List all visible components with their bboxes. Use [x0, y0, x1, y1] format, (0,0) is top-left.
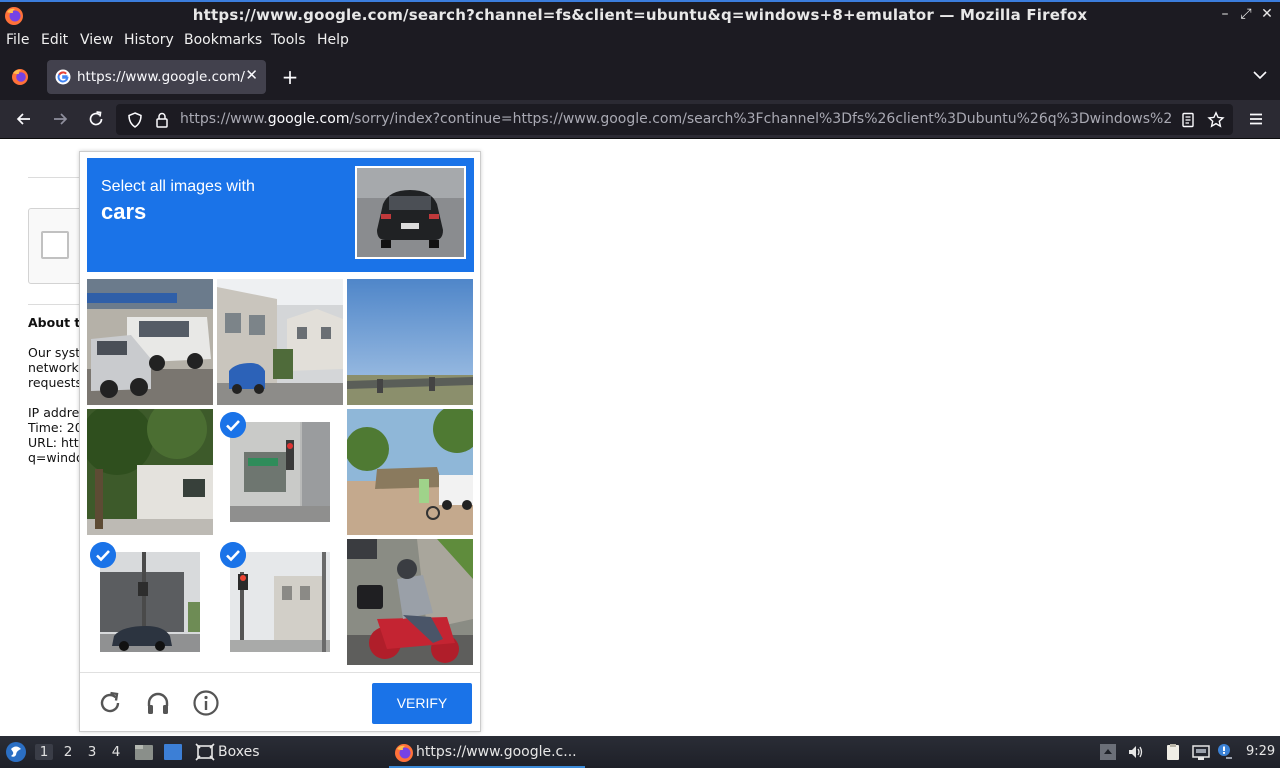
captcha-tile-8[interactable] — [217, 539, 343, 665]
reload-challenge-icon[interactable] — [96, 689, 124, 717]
reader-view-icon[interactable] — [1179, 111, 1197, 129]
network-icon[interactable] — [1192, 743, 1210, 761]
new-tab-button[interactable]: + — [281, 65, 299, 89]
workspace-3[interactable]: 3 — [83, 744, 101, 760]
reload-icon[interactable] — [86, 109, 106, 129]
minimize-button[interactable]: – — [1216, 6, 1234, 22]
hamburger-menu-icon[interactable] — [1246, 109, 1266, 129]
boxes-app-icon[interactable] — [195, 743, 215, 761]
captcha-tile-2[interactable] — [217, 279, 343, 405]
body-line: requests — [28, 375, 83, 390]
firefox-icon — [395, 744, 413, 762]
show-desktop-icon[interactable] — [163, 743, 183, 761]
tile-image — [100, 552, 200, 652]
ip-line: IP addres — [28, 405, 86, 420]
url-text[interactable]: https://www.google.com/sorry/index?conti… — [180, 111, 1174, 127]
navigation-toolbar: https://www.google.com/sorry/index?conti… — [0, 100, 1280, 139]
tab-title: https://www.google.com/ — [77, 69, 245, 85]
firefox-view-icon[interactable] — [10, 67, 30, 87]
captcha-tile-3[interactable] — [347, 279, 473, 405]
workspace-1[interactable]: 1 — [35, 744, 53, 760]
file-manager-icon[interactable] — [134, 743, 154, 761]
selected-check-icon — [220, 542, 246, 568]
tab-google[interactable]: https://www.google.com/ ✕ — [47, 60, 266, 94]
sample-car-image — [355, 166, 466, 259]
clock: 9:29 — [1246, 744, 1276, 759]
url-line: URL: http — [28, 435, 87, 450]
list-all-tabs-icon[interactable] — [1251, 66, 1269, 84]
taskbar-task-label: https://www.google.c... — [416, 744, 577, 760]
captcha-tile-6[interactable] — [347, 409, 473, 535]
tray-arrow-icon[interactable] — [1099, 743, 1117, 761]
menu-edit[interactable]: Edit — [41, 32, 68, 48]
menu-bookmarks[interactable]: Bookmarks — [184, 32, 262, 48]
challenge-target: cars — [101, 199, 147, 224]
menu-view[interactable]: View — [80, 32, 113, 48]
menu-help[interactable]: Help — [317, 32, 349, 48]
recaptcha-challenge: Select all images with cars VERIFY — [79, 151, 481, 732]
forward-icon[interactable] — [50, 109, 70, 129]
help-info-icon[interactable] — [192, 689, 220, 717]
query-line: q=windo — [28, 450, 84, 465]
captcha-tile-7[interactable] — [87, 539, 213, 665]
verify-button[interactable]: VERIFY — [372, 683, 472, 724]
selected-check-icon — [90, 542, 116, 568]
captcha-tile-5[interactable] — [217, 409, 343, 535]
selected-check-icon — [220, 412, 246, 438]
menu-tools[interactable]: Tools — [271, 32, 306, 48]
notification-icon[interactable] — [1216, 743, 1234, 761]
maximize-button[interactable]: ⤢ — [1237, 6, 1255, 22]
volume-icon[interactable] — [1127, 743, 1145, 761]
captcha-tile-4[interactable] — [87, 409, 213, 535]
lock-icon[interactable] — [153, 111, 171, 129]
workspace-2[interactable]: 2 — [59, 744, 77, 760]
window-title: https://www.google.com/search?channel=fs… — [192, 6, 1088, 24]
tile-image — [230, 422, 330, 522]
menu-bar: File Edit View History Bookmarks Tools H… — [0, 30, 1280, 54]
menu-file[interactable]: File — [6, 32, 29, 48]
menu-history[interactable]: History — [124, 32, 174, 48]
close-window-button[interactable]: ✕ — [1258, 6, 1276, 22]
challenge-footer: VERIFY — [80, 672, 480, 732]
taskbar: 1 2 3 4 Boxes https://www.google.c... 9:… — [0, 736, 1280, 768]
google-favicon-icon — [55, 69, 71, 85]
challenge-header: Select all images with cars — [87, 158, 474, 272]
captcha-tile-1[interactable] — [87, 279, 213, 405]
tracking-protection-shield-icon[interactable] — [126, 111, 144, 129]
start-menu-icon[interactable] — [5, 741, 27, 763]
time-line: Time: 20 — [28, 420, 83, 435]
back-icon[interactable] — [14, 109, 34, 129]
audio-challenge-headphones-icon[interactable] — [144, 689, 172, 717]
tab-close-icon[interactable]: ✕ — [245, 66, 258, 84]
window-titlebar: https://www.google.com/search?channel=fs… — [0, 0, 1280, 30]
body-line: network. — [28, 360, 83, 375]
challenge-instruction: Select all images with — [101, 178, 255, 195]
boxes-app-label[interactable]: Boxes — [218, 744, 260, 760]
workspace-4[interactable]: 4 — [107, 744, 125, 760]
url-bar[interactable]: https://www.google.com/sorry/index?conti… — [116, 104, 1233, 135]
captcha-tile-9[interactable] — [347, 539, 473, 665]
taskbar-firefox-task[interactable]: https://www.google.c... — [389, 738, 585, 768]
recaptcha-checkbox[interactable] — [41, 231, 69, 259]
clipboard-icon[interactable] — [1164, 743, 1182, 761]
tile-image — [230, 552, 330, 652]
bookmark-star-icon[interactable] — [1207, 111, 1225, 129]
tab-bar: https://www.google.com/ ✕ + — [0, 54, 1280, 100]
